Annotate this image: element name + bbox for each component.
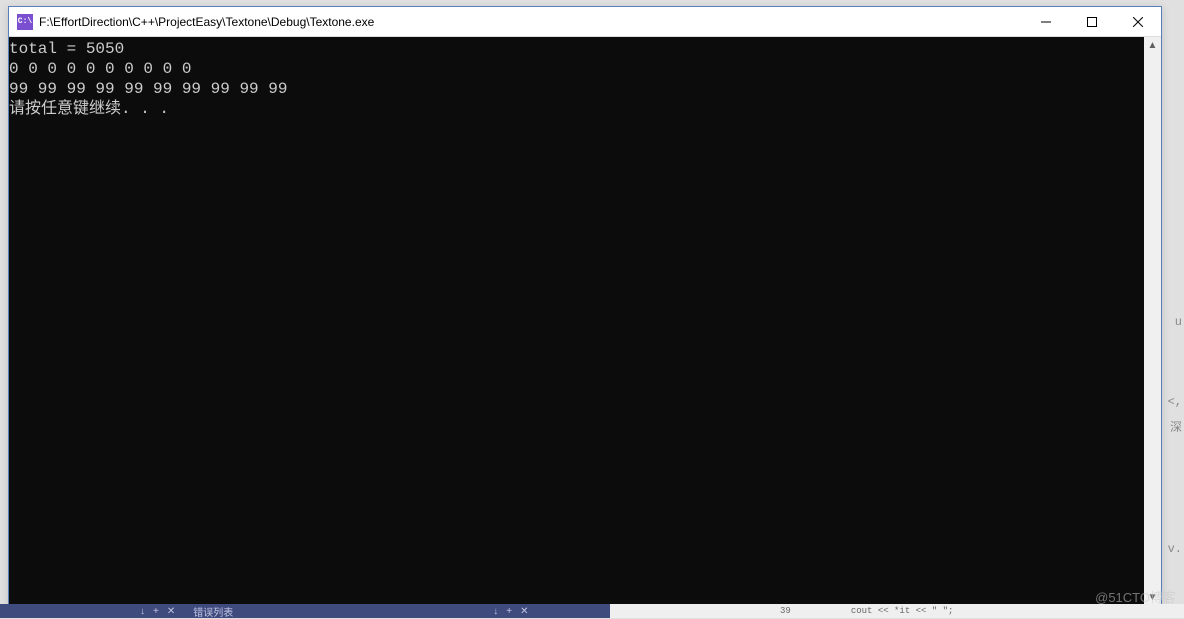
minimize-icon bbox=[1041, 17, 1051, 27]
console-line: total = 5050 bbox=[9, 40, 124, 58]
arrow-down-icon[interactable]: ↓ bbox=[140, 606, 145, 617]
scroll-up-button[interactable]: ▲ bbox=[1144, 37, 1161, 54]
console-line: 0 0 0 0 0 0 0 0 0 0 bbox=[9, 60, 201, 78]
bg-frag: 深 bbox=[1170, 418, 1182, 435]
console-line: 99 99 99 99 99 99 99 99 99 99 bbox=[9, 80, 297, 98]
vertical-scrollbar[interactable]: ▲ ▼ bbox=[1144, 37, 1161, 606]
bg-frag: u bbox=[1175, 315, 1182, 329]
maximize-button[interactable] bbox=[1069, 7, 1115, 36]
bg-frag: <, bbox=[1168, 395, 1182, 409]
close-button[interactable] bbox=[1115, 7, 1161, 36]
console-window: C:\ F:\EffortDirection\C++\ProjectEasy\T… bbox=[8, 6, 1162, 606]
vs-statusbar-left: ↓ + ✕ 错误列表 ↓ + ✕ bbox=[0, 604, 610, 618]
watermark: @51CTO博客 bbox=[1095, 587, 1176, 606]
x-icon[interactable]: ✕ bbox=[520, 606, 528, 617]
x-icon[interactable]: ✕ bbox=[167, 606, 175, 617]
plus-icon[interactable]: + bbox=[506, 606, 512, 617]
scroll-track[interactable] bbox=[1144, 54, 1161, 589]
vs-statusbar-right: 39 cout << *it << " "; bbox=[610, 604, 1184, 618]
plus-icon[interactable]: + bbox=[153, 606, 159, 617]
bg-frag: v. bbox=[1168, 542, 1182, 556]
error-list-tab[interactable]: 错误列表 bbox=[193, 604, 233, 619]
console-output: total = 5050 0 0 0 0 0 0 0 0 0 0 99 99 9… bbox=[9, 37, 1144, 606]
window-controls bbox=[1023, 7, 1161, 36]
console-body: total = 5050 0 0 0 0 0 0 0 0 0 0 99 99 9… bbox=[9, 37, 1161, 606]
titlebar[interactable]: C:\ F:\EffortDirection\C++\ProjectEasy\T… bbox=[9, 7, 1161, 37]
vs-bottom-strip: ↓ + ✕ 错误列表 ↓ + ✕ 39 cout << *it << " "; bbox=[0, 604, 1184, 618]
line-number: 39 bbox=[780, 606, 791, 616]
maximize-icon bbox=[1087, 17, 1097, 27]
close-icon bbox=[1133, 17, 1143, 27]
console-line: 请按任意键继续. . . bbox=[9, 100, 169, 118]
window-title: F:\EffortDirection\C++\ProjectEasy\Texto… bbox=[39, 15, 1023, 29]
code-snippet: cout << *it << " "; bbox=[851, 606, 954, 616]
app-icon: C:\ bbox=[17, 14, 33, 30]
arrow-down-icon[interactable]: ↓ bbox=[493, 606, 498, 617]
minimize-button[interactable] bbox=[1023, 7, 1069, 36]
